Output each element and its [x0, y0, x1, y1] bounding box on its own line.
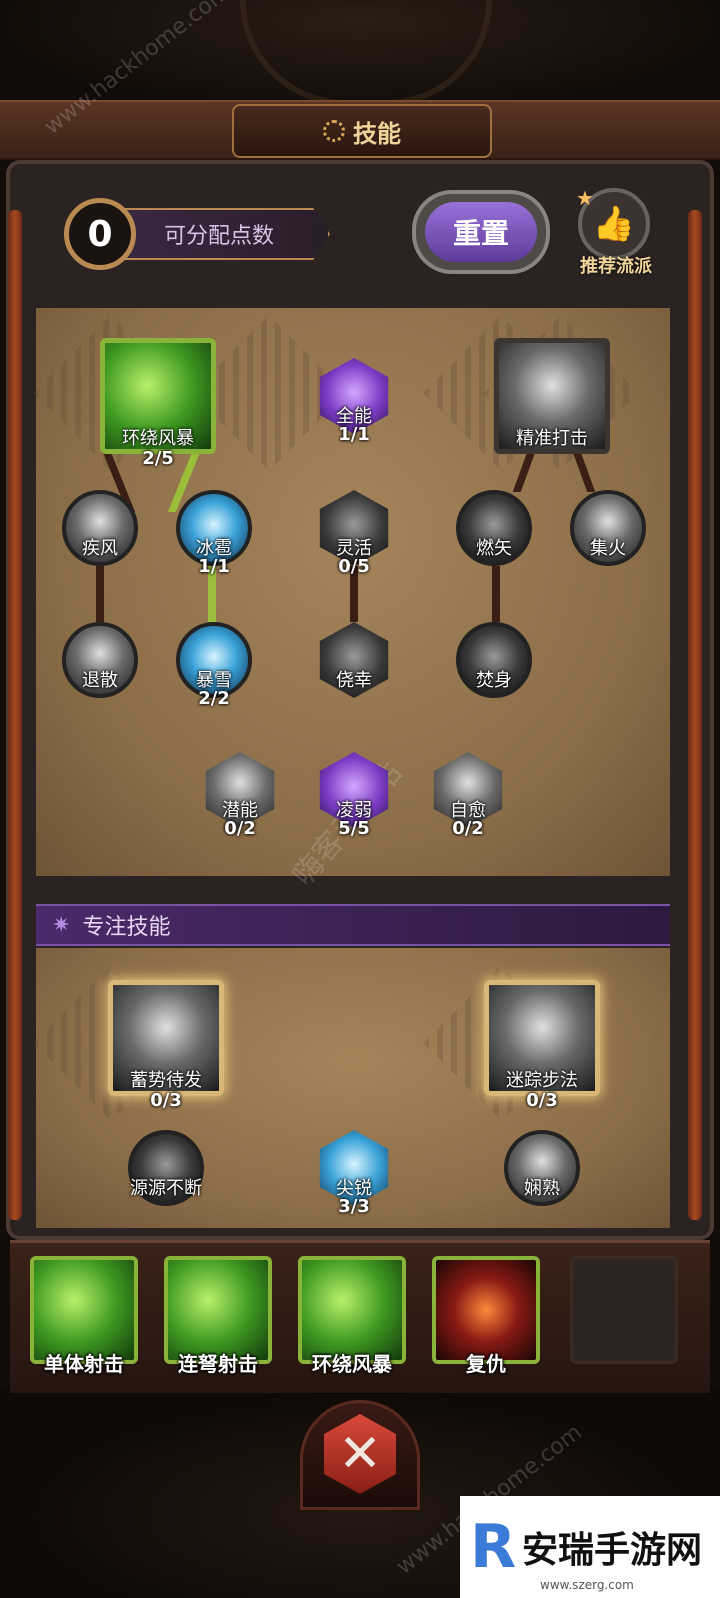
skill-node-yuanyuan[interactable]: 源源不断 — [128, 1130, 204, 1206]
skill-level: 1/1 — [338, 424, 370, 445]
slot-revenge[interactable]: 复仇 — [432, 1256, 540, 1376]
skill-node-fenshen[interactable]: 焚身 — [456, 622, 532, 698]
focus-skills-title: 专注技能 — [82, 915, 171, 940]
points-label: 可分配点数 — [120, 208, 330, 260]
slot-label: 连弩射击 — [178, 1352, 258, 1376]
skill-node-qianneng[interactable]: 潜能 0/2 — [202, 752, 278, 839]
slot-tornado[interactable]: 环绕风暴 — [298, 1256, 406, 1376]
skill-node-baoxue[interactable]: 暴雪 2/2 — [176, 622, 252, 709]
skill-level: 3/3 — [338, 1196, 370, 1217]
slot-multi-shot[interactable]: 连弩射击 — [164, 1256, 272, 1376]
skill-node-huanrao[interactable]: 环绕风暴 2/5 — [100, 338, 216, 469]
skill-node-ziyu[interactable]: 自愈 0/2 — [430, 752, 506, 839]
skill-node-xushi[interactable]: 蓄势待发 0/3 — [108, 980, 224, 1111]
skill-name: 精准打击 — [516, 428, 588, 449]
brand-name: 安瑞手游网 — [522, 1529, 703, 1571]
skill-node-jiaoxing[interactable]: 侥幸 — [316, 622, 392, 698]
recommend-build-button[interactable]: 👍 ★ 推荐流派 — [572, 186, 658, 278]
frame-side-left — [8, 210, 22, 1220]
skill-node-quanneng[interactable]: 全能 1/1 — [316, 358, 392, 445]
skill-name: 娴熟 — [524, 1178, 560, 1199]
skill-node-xianshu[interactable]: 娴熟 — [504, 1130, 580, 1206]
skill-name: 焚身 — [476, 670, 512, 691]
slot-single-shot[interactable]: 单体射击 — [30, 1256, 138, 1376]
skill-name: 集火 — [590, 538, 626, 559]
skill-name: 迷踪步法 — [506, 1070, 578, 1091]
skill-node-tuisan[interactable]: 退散 — [62, 622, 138, 698]
ornament — [240, 0, 492, 106]
title-plate: 技能 — [232, 104, 492, 158]
skill-level: 0/5 — [338, 556, 370, 577]
focus-skills-header: ✷ 专注技能 — [36, 904, 670, 946]
skill-node-jifeng[interactable]: 疾风 — [62, 490, 138, 566]
points-counter: 0 — [64, 198, 136, 270]
gear-icon — [323, 120, 345, 142]
slot-label: 复仇 — [466, 1352, 506, 1376]
slot-empty[interactable] — [570, 1256, 678, 1364]
slot-label: 环绕风暴 — [312, 1352, 392, 1376]
skill-name: 源源不断 — [130, 1178, 202, 1199]
slot-label: 单体射击 — [44, 1352, 124, 1376]
frame-side-right — [688, 210, 702, 1220]
skill-node-jianrui[interactable]: 尖锐 3/3 — [316, 1130, 392, 1217]
skill-node-lingruo[interactable]: 凌弱 5/5 — [316, 752, 392, 839]
star-icon: ★ — [576, 186, 594, 210]
skill-node-linghuo[interactable]: 灵活 0/5 — [316, 490, 392, 577]
skill-node-jihuo[interactable]: 集火 — [570, 490, 646, 566]
skill-name: 侥幸 — [336, 670, 372, 691]
skill-level: 1/1 — [198, 556, 230, 577]
brand-logo-icon: R — [470, 1512, 517, 1582]
skill-level: 0/3 — [526, 1090, 558, 1111]
brand-url: www.szerg.com — [540, 1578, 634, 1592]
skill-name: 蓄势待发 — [130, 1070, 202, 1091]
connector — [96, 566, 104, 622]
star-burst-icon: ✷ — [52, 912, 71, 938]
page-title: 技能 — [353, 119, 401, 148]
skill-node-jingzhun[interactable]: 精准打击 — [494, 338, 610, 454]
connector — [492, 566, 500, 622]
skill-level: 0/3 — [150, 1090, 182, 1111]
skill-node-ranshi[interactable]: 燃矢 — [456, 490, 532, 566]
skill-level: 2/2 — [198, 688, 230, 709]
close-icon: ✕ — [338, 1424, 382, 1484]
skill-level: 0/2 — [452, 818, 484, 839]
corner-logo: R 安瑞手游网 www.szerg.com — [460, 1496, 720, 1598]
reset-button-label: 重置 — [425, 202, 537, 262]
skill-node-mizong[interactable]: 迷踪步法 0/3 — [484, 980, 600, 1111]
recommend-build-label: 推荐流派 — [580, 256, 652, 277]
skill-name: 环绕风暴 — [122, 428, 194, 449]
reset-button[interactable]: 重置 — [412, 190, 550, 274]
skill-node-bingbao[interactable]: 冰雹 1/1 — [176, 490, 252, 577]
skill-level: 2/5 — [142, 448, 174, 469]
